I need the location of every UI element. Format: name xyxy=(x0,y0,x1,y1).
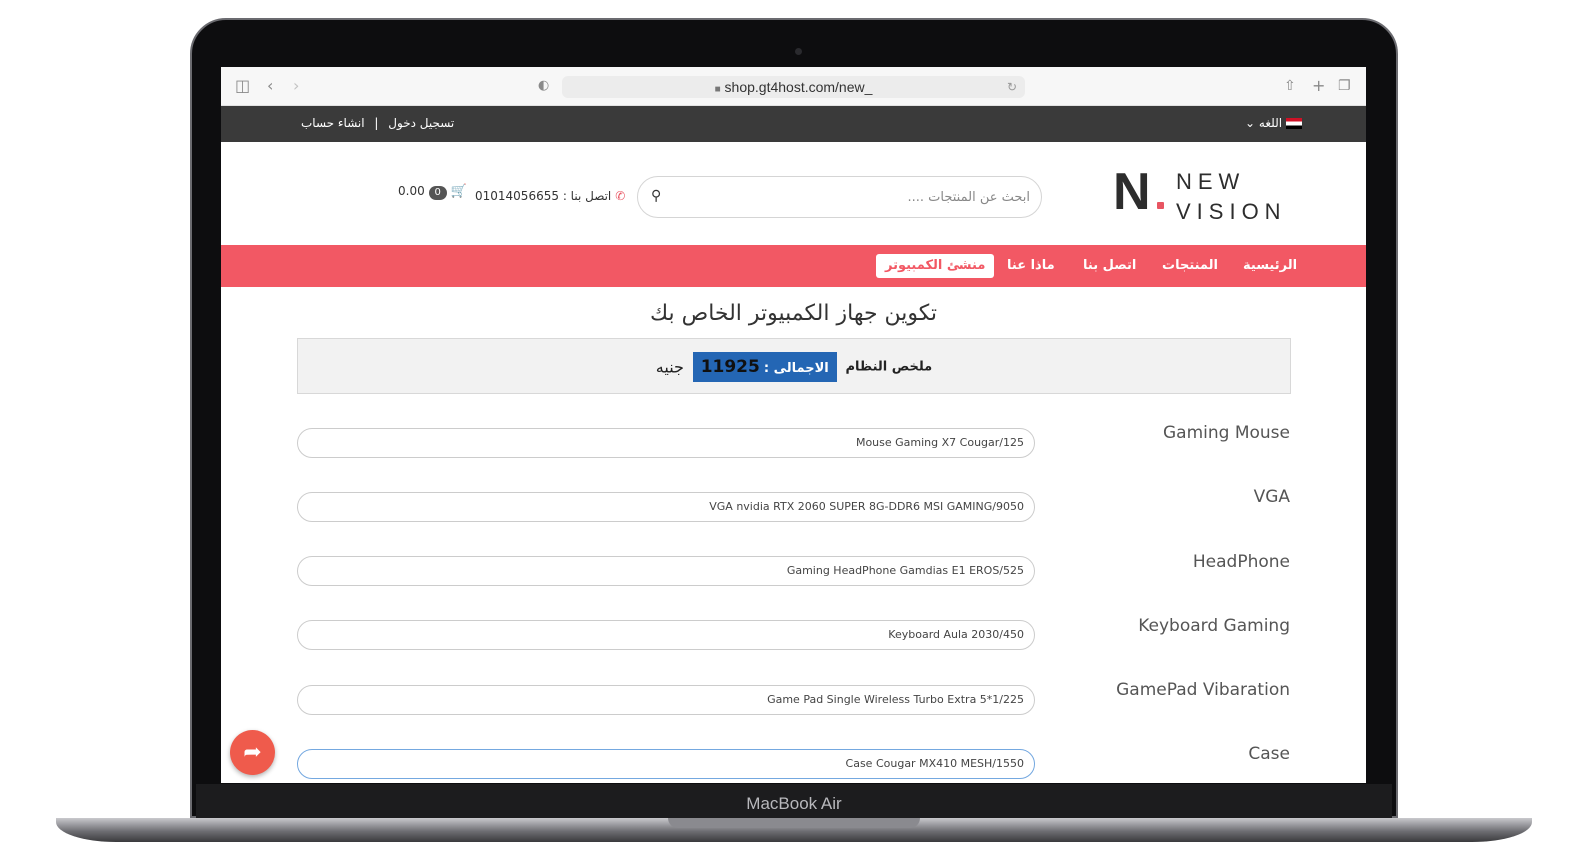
site-header: N NEW VISION ⚲ ✆اتصل بنا : 01014056655 0… xyxy=(221,142,1366,245)
screen: ◫ ‹ › ◐ ■ shop.gt4host.com/new_ ↻ ⇧ + ❐ … xyxy=(221,67,1366,783)
share-arrow-icon: ➦ xyxy=(243,740,262,765)
phone-icon: ✆ xyxy=(615,189,626,203)
component-select[interactable]: Mouse Gaming X7 Cougar/125 xyxy=(297,428,1035,458)
component-label: Case xyxy=(1248,744,1290,764)
chevron-down-icon: ⌄ xyxy=(1245,116,1256,130)
total-value: 11925 xyxy=(700,357,760,377)
search-box: ⚲ xyxy=(637,176,1042,218)
tabs-overview-icon[interactable]: ❐ xyxy=(1338,76,1351,96)
egypt-flag-icon xyxy=(1286,118,1303,129)
phone-number: 01014056655 xyxy=(475,189,559,203)
phone-label: اتصل بنا : xyxy=(562,189,612,203)
register-link[interactable]: انشاء حساب xyxy=(301,116,365,130)
back-icon[interactable]: ‹ xyxy=(267,76,273,96)
component-label: Gaming Mouse xyxy=(1162,423,1290,443)
separator: | xyxy=(374,116,379,130)
bezel-bottom: MacBook Air xyxy=(196,784,1392,818)
logo-mark[interactable]: N xyxy=(1113,166,1151,218)
component-select[interactable]: Gaming HeadPhone Gamdias E1 EROS/525 xyxy=(297,556,1035,586)
total-box: الاجمالى :11925 xyxy=(692,352,837,382)
component-label: VGA xyxy=(1253,487,1290,507)
search-input[interactable] xyxy=(674,177,1030,217)
component-select[interactable]: Game Pad Single Wireless Turbo Extra 5*1… xyxy=(297,685,1035,715)
cart-icon: 🛒 xyxy=(450,184,467,199)
main-nav: الرئيسية المنتجات اتصل بنا ماذا عنا منشئ… xyxy=(221,245,1366,287)
component-label: GamePad Vibaration xyxy=(1116,680,1290,700)
cart[interactable]: 0.00 0 🛒 xyxy=(398,184,467,200)
language-selector[interactable]: اللغه ⌄ xyxy=(1245,116,1303,130)
component-select[interactable]: VGA nvidia RTX 2060 SUPER 8G-DDR6 MSI GA… xyxy=(297,492,1035,522)
top-bar: اللغه ⌄ تسجيل دخول | انشاء حساب xyxy=(221,106,1366,142)
component-label: HeadPhone xyxy=(1192,552,1290,572)
forward-icon[interactable]: › xyxy=(293,76,299,96)
system-summary: ملخص النظام الاجمالى :11925 جنيه xyxy=(297,338,1291,394)
cart-total: 0.00 xyxy=(398,184,425,198)
nav-pc-builder[interactable]: منشئ الكمبيوتر xyxy=(876,254,995,278)
summary-label: ملخص النظام xyxy=(845,359,933,375)
component-select[interactable]: Keyboard Aula 2030/450 xyxy=(297,620,1035,650)
nav-about[interactable]: ماذا عنا xyxy=(1007,245,1055,287)
contact-phone[interactable]: ✆اتصل بنا : 01014056655 xyxy=(475,189,625,203)
component-label: Keyboard Gaming xyxy=(1138,616,1290,636)
component-select[interactable]: Case Cougar MX410 MESH/1550 xyxy=(297,749,1035,779)
browser-toolbar: ◫ ‹ › ◐ ■ shop.gt4host.com/new_ ↻ ⇧ + ❐ xyxy=(221,67,1366,106)
lock-icon: ■ xyxy=(714,84,721,95)
logo-text[interactable]: NEW VISION xyxy=(1176,171,1287,223)
reload-icon[interactable]: ↻ xyxy=(1007,76,1017,98)
logo-line-2: VISION xyxy=(1176,199,1287,224)
address-bar[interactable]: ■ shop.gt4host.com/new_ ↻ xyxy=(562,76,1025,98)
total-label: الاجمالى : xyxy=(763,361,829,376)
privacy-shield-icon[interactable]: ◐ xyxy=(538,76,549,96)
cart-count-badge: 0 xyxy=(428,186,447,200)
currency-label: جنيه xyxy=(655,357,684,377)
share-icon[interactable]: ⇧ xyxy=(1284,76,1296,96)
search-icon[interactable]: ⚲ xyxy=(651,188,661,204)
new-tab-icon[interactable]: + xyxy=(1312,76,1325,96)
auth-links: تسجيل دخول | انشاء حساب xyxy=(298,116,457,130)
logo-dot xyxy=(1157,202,1164,209)
url-text: shop.gt4host.com/new_ xyxy=(724,79,873,95)
camera xyxy=(795,48,802,55)
login-link[interactable]: تسجيل دخول xyxy=(388,116,454,130)
share-button[interactable]: ➦ xyxy=(230,730,275,775)
language-label: اللغه xyxy=(1258,116,1283,130)
device-model-label: MacBook Air xyxy=(746,794,842,813)
laptop-notch xyxy=(668,818,920,828)
logo-line-1: NEW xyxy=(1176,169,1246,194)
sidebar-toggle-icon[interactable]: ◫ xyxy=(235,76,250,96)
nav-home[interactable]: الرئيسية xyxy=(1243,245,1297,287)
nav-contact[interactable]: اتصل بنا xyxy=(1083,245,1136,287)
nav-products[interactable]: المنتجات xyxy=(1162,245,1218,287)
page-title: تكوين جهاز الكمبيوتر الخاص بك xyxy=(649,301,938,326)
